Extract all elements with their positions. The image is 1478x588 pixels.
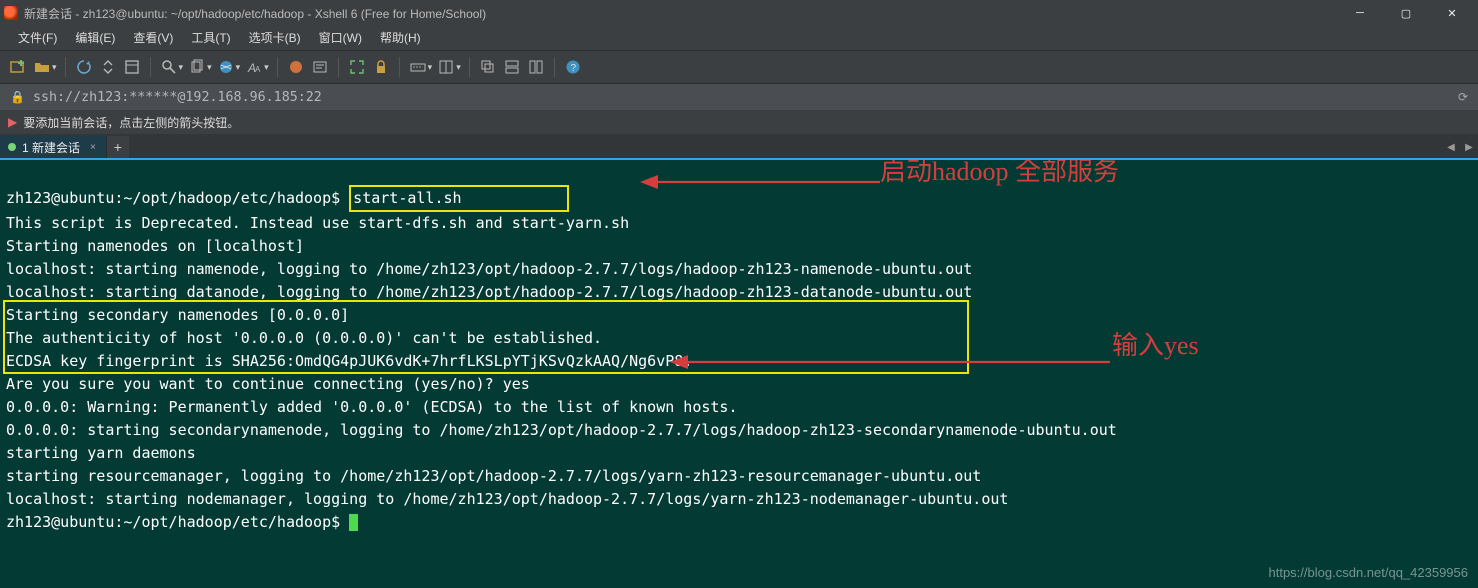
terminal-output: starting resourcemanager, logging to /ho… (6, 467, 981, 485)
copy-dropdown-icon[interactable]: ▾ (207, 62, 212, 73)
menu-tools[interactable]: 工具(T) (183, 26, 238, 50)
terminal-output: localhost: starting namenode, logging to… (6, 260, 972, 278)
terminal-output: localhost: starting datanode, logging to… (6, 283, 972, 301)
app-icon (4, 6, 18, 20)
annotation-start-hadoop: 启动hadoop 全部服务 (880, 160, 1119, 183)
help-icon[interactable]: ? (563, 57, 583, 77)
toolbar-separator (65, 57, 66, 77)
terminal-output: 0.0.0.0: Warning: Permanently added '0.0… (6, 398, 738, 416)
terminal-output: Are you sure you want to continue connec… (6, 375, 503, 393)
terminal-output: localhost: starting nodemanager, logging… (6, 490, 1008, 508)
font-icon[interactable]: AA (244, 57, 264, 77)
layout-icon[interactable] (436, 57, 456, 77)
session-status-dot-icon (8, 143, 16, 151)
annotation-input-yes: 输入yes (1112, 334, 1199, 357)
session-tab-label: 1 新建会话 (22, 139, 80, 156)
menu-view[interactable]: 查看(V) (125, 26, 181, 50)
reconnect-icon[interactable] (74, 57, 94, 77)
session-tab-close-icon[interactable]: × (90, 142, 96, 153)
cascade-icon[interactable] (478, 57, 498, 77)
toolbar: ▾ ▾ ▾ ▾ AA ▾ ▾ ▾ ? (0, 50, 1478, 84)
terminal-output: starting yarn daemons (6, 444, 196, 462)
annotation-arrow-icon (640, 168, 880, 196)
toolbar-separator (469, 57, 470, 77)
menu-help[interactable]: 帮助(H) (372, 26, 429, 50)
color-scheme-icon[interactable] (286, 57, 306, 77)
svg-text:A: A (255, 65, 261, 74)
annotation-arrow-icon (670, 348, 1110, 376)
search-icon[interactable] (159, 57, 179, 77)
layout-dropdown-icon[interactable]: ▾ (456, 62, 461, 73)
search-dropdown-icon[interactable]: ▾ (179, 62, 184, 73)
terminal-output: 0.0.0.0: starting secondarynamenode, log… (6, 421, 1117, 439)
window-titlebar: 新建会话 - zh123@ubuntu: ~/opt/hadoop/etc/ha… (0, 0, 1478, 26)
tile-h-icon[interactable] (502, 57, 522, 77)
open-dropdown-icon[interactable]: ▾ (52, 62, 57, 73)
menu-tabs[interactable]: 选项卡(B) (241, 26, 309, 50)
copy-paste-icon[interactable] (187, 57, 207, 77)
new-session-icon[interactable] (8, 57, 28, 77)
window-controls: ─ ▢ ✕ (1338, 0, 1474, 26)
window-title-text: 新建会话 - zh123@ubuntu: ~/opt/hadoop/etc/ha… (24, 5, 1338, 22)
menubar: 文件(F) 编辑(E) 查看(V) 工具(T) 选项卡(B) 窗口(W) 帮助(… (0, 26, 1478, 50)
session-tab-active[interactable]: 1 新建会话 × (0, 136, 107, 158)
tab-scroll-left-icon[interactable]: ◀ (1442, 136, 1460, 158)
address-go-icon[interactable]: ⟳ (1458, 90, 1468, 104)
fullscreen-icon[interactable] (347, 57, 367, 77)
terminal-output: This script is Deprecated. Instead use s… (6, 214, 629, 232)
new-tab-button[interactable]: + (107, 136, 129, 158)
address-bar: 🔒 ⟳ (0, 84, 1478, 110)
info-text: 要添加当前会话，点击左侧的箭头按钮。 (23, 114, 239, 131)
properties-icon[interactable] (122, 57, 142, 77)
watermark-text: https://blog.csdn.net/qq_42359956 (1269, 561, 1469, 584)
globe-icon[interactable] (216, 57, 236, 77)
info-bar: ▶ 要添加当前会话，点击左侧的箭头按钮。 (0, 110, 1478, 134)
disconnect-icon[interactable] (98, 57, 118, 77)
prompt-line: zh123@ubuntu:~/opt/hadoop/etc/hadoop$ (6, 189, 349, 207)
minimize-button[interactable]: ─ (1338, 0, 1382, 26)
toolbar-separator (554, 57, 555, 77)
toolbar-separator (338, 57, 339, 77)
toolbar-separator (399, 57, 400, 77)
menu-file[interactable]: 文件(F) (10, 26, 65, 50)
keyboard-dropdown-icon[interactable]: ▾ (428, 62, 433, 73)
terminal-pane[interactable]: zh123@ubuntu:~/opt/hadoop/etc/hadoop$ st… (0, 160, 1478, 588)
tab-scroll-right-icon[interactable]: ▶ (1460, 136, 1478, 158)
open-icon[interactable] (32, 57, 52, 77)
yes-input-text: yes (503, 375, 530, 393)
menu-window[interactable]: 窗口(W) (311, 26, 370, 50)
terminal-cursor-icon (349, 514, 358, 531)
font-dropdown-icon[interactable]: ▾ (264, 62, 269, 73)
highlight-command-box: start-all.sh (349, 185, 569, 212)
keyboard-icon[interactable] (408, 57, 428, 77)
svg-text:?: ? (570, 63, 576, 74)
lock-icon: 🔒 (10, 90, 25, 104)
tab-scroll-controls: ◀ ▶ (1442, 136, 1478, 158)
menu-edit[interactable]: 编辑(E) (67, 26, 123, 50)
close-button[interactable]: ✕ (1430, 0, 1474, 26)
address-url-input[interactable] (33, 90, 1450, 105)
lock-icon[interactable] (371, 57, 391, 77)
terminal-output: Starting namenodes on [localhost] (6, 237, 304, 255)
info-flag-icon: ▶ (8, 115, 17, 129)
session-tabbar: 1 新建会话 × + ◀ ▶ (0, 134, 1478, 158)
toolbar-separator (150, 57, 151, 77)
command-text: start-all.sh (353, 189, 461, 207)
tile-v-icon[interactable] (526, 57, 546, 77)
toolbar-separator (277, 57, 278, 77)
maximize-button[interactable]: ▢ (1384, 0, 1428, 26)
prompt-line: zh123@ubuntu:~/opt/hadoop/etc/hadoop$ (6, 513, 349, 531)
script-icon[interactable] (310, 57, 330, 77)
globe-dropdown-icon[interactable]: ▾ (236, 62, 241, 73)
